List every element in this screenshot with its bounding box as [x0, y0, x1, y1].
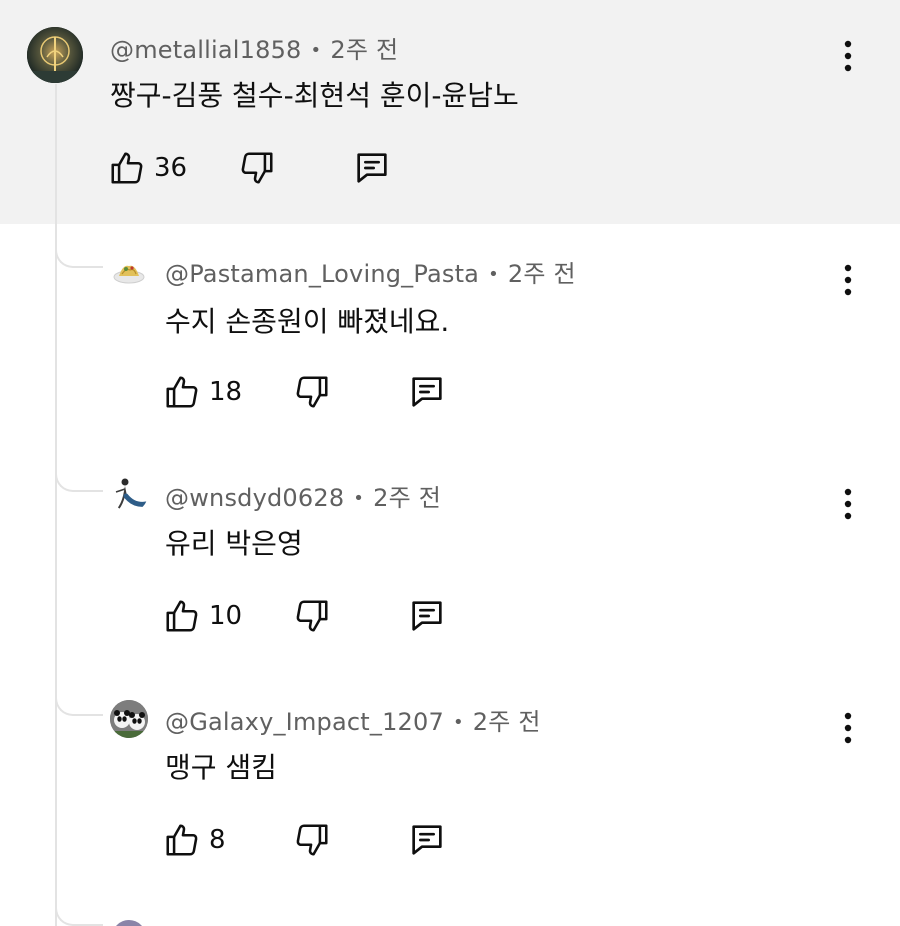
- reply-button[interactable]: [407, 596, 447, 636]
- reply-button[interactable]: [352, 148, 392, 188]
- dislike-button[interactable]: [293, 596, 331, 636]
- reply-comment-icon: [357, 153, 387, 183]
- comments-page: @metallial1858 • 2주 전 짱구-김풍 철수-최현석 훈이-윤남노 …: [0, 0, 900, 926]
- kebab-menu-icon: [844, 712, 852, 744]
- reply-comment-icon: [412, 825, 442, 855]
- thread-branch: [55, 228, 103, 268]
- more-options-button[interactable]: [838, 38, 858, 74]
- like-button[interactable]: 36: [108, 148, 187, 188]
- comment-actions: 10: [163, 596, 463, 640]
- thread-line: [55, 84, 57, 926]
- comment-author[interactable]: @Galaxy_Impact_1207: [165, 708, 444, 736]
- thumbs-up-icon: [166, 600, 198, 632]
- like-count: 8: [209, 825, 226, 855]
- comment-meta: @Pastaman_Loving_Pasta • 2주 전: [165, 254, 576, 289]
- meta-separator: •: [310, 40, 322, 61]
- kebab-menu-icon: [844, 264, 852, 296]
- like-count: 10: [209, 601, 243, 631]
- like-count: 18: [209, 377, 243, 407]
- thumbs-up-icon: [166, 376, 198, 408]
- like-count: 36: [154, 153, 188, 183]
- thumbs-down-icon: [296, 376, 328, 408]
- comment-text: 짱구-김풍 철수-최현석 훈이-윤남노: [110, 79, 519, 112]
- thumbs-up-icon: [111, 152, 143, 184]
- reply-comment-icon: [412, 601, 442, 631]
- comment-text: 유리 박은영: [165, 527, 303, 560]
- dancer-figure-avatar[interactable]: [112, 476, 148, 512]
- comment-author[interactable]: @metallial1858: [110, 36, 302, 64]
- meta-separator: •: [452, 712, 464, 733]
- comment-meta: @wnsdyd0628 • 2주 전: [165, 478, 441, 513]
- pasta-plate-avatar[interactable]: [112, 254, 146, 288]
- like-button[interactable]: 8: [163, 820, 226, 860]
- comment-actions: 36: [108, 148, 408, 192]
- comment-meta: @Galaxy_Impact_1207 • 2주 전: [165, 702, 541, 737]
- comment-time[interactable]: 2주 전: [330, 36, 398, 64]
- kebab-menu-icon: [844, 40, 852, 72]
- comment-author[interactable]: @wnsdyd0628: [165, 484, 344, 512]
- like-button[interactable]: 10: [163, 596, 242, 636]
- more-options-button[interactable]: [838, 262, 858, 298]
- thumbs-down-icon: [296, 824, 328, 856]
- more-options-button[interactable]: [838, 486, 858, 522]
- dislike-button[interactable]: [238, 148, 276, 188]
- golden-tree-emblem-avatar[interactable]: [27, 27, 83, 83]
- thread-branch: [55, 452, 103, 492]
- comment-text: 맹구 샘킴: [165, 751, 277, 784]
- comment-actions: 8: [163, 820, 463, 864]
- thread-branch: [55, 676, 103, 716]
- thumbs-down-icon: [296, 600, 328, 632]
- thumbs-down-icon: [241, 152, 273, 184]
- reply-button[interactable]: [407, 372, 447, 412]
- more-options-button[interactable]: [838, 710, 858, 746]
- comment-time[interactable]: 2주 전: [373, 484, 441, 512]
- thread-branch: [55, 886, 103, 926]
- reply-button[interactable]: [407, 820, 447, 860]
- kebab-menu-icon: [844, 488, 852, 520]
- meta-separator: •: [353, 488, 365, 509]
- meta-separator: •: [488, 264, 499, 285]
- dislike-button[interactable]: [293, 372, 331, 412]
- thumbs-up-icon: [166, 824, 198, 856]
- next-reply-avatar[interactable]: [112, 920, 146, 926]
- comment-time[interactable]: 2주 전: [508, 260, 576, 288]
- comment-meta: @metallial1858 • 2주 전: [110, 30, 398, 65]
- dislike-button[interactable]: [293, 820, 331, 860]
- reply-comment-icon: [412, 377, 442, 407]
- panda-avatar[interactable]: [110, 700, 148, 738]
- comment-time[interactable]: 2주 전: [473, 708, 541, 736]
- comment-author[interactable]: @Pastaman_Loving_Pasta: [165, 260, 479, 288]
- comment-text: 수지 손종원이 빠졌네요.: [165, 305, 450, 338]
- like-button[interactable]: 18: [163, 372, 242, 412]
- comment-actions: 18: [163, 372, 463, 416]
